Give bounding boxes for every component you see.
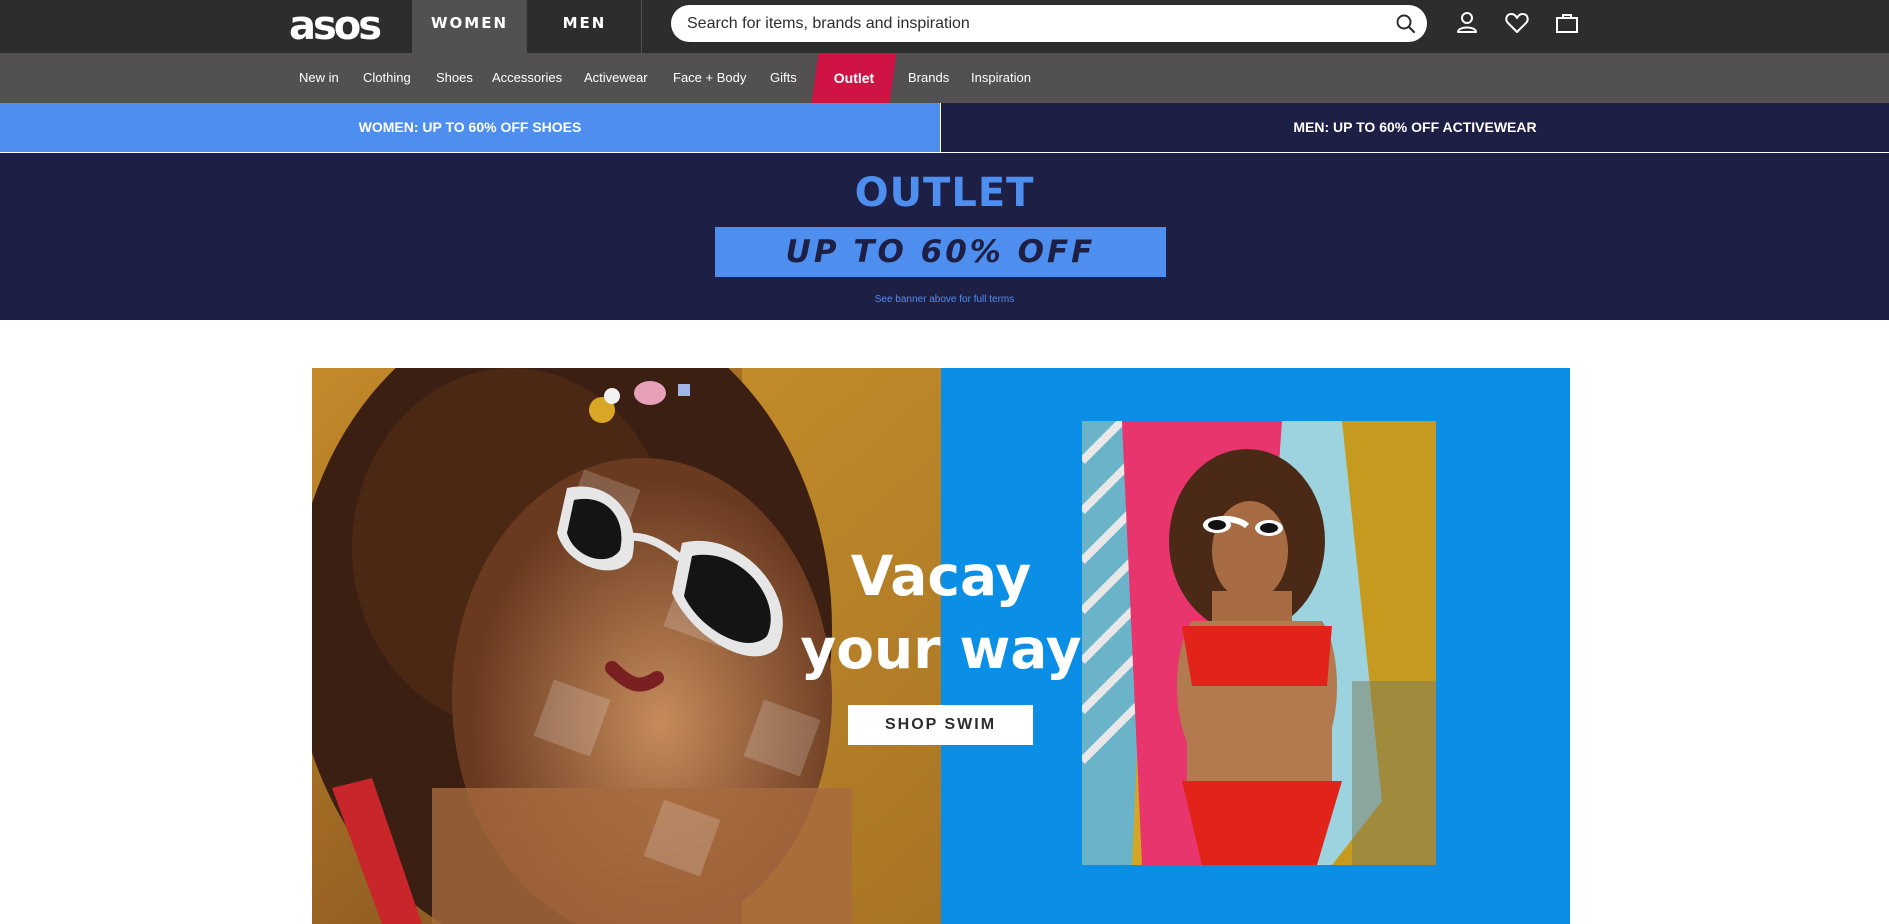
saved-items-button[interactable]: [1503, 9, 1531, 37]
account-button[interactable]: [1453, 9, 1481, 37]
tab-men[interactable]: MEN: [527, 0, 642, 53]
nav-item-outlet-label: Outlet: [833, 70, 875, 86]
nav-item-outlet[interactable]: Outlet: [811, 53, 897, 103]
nav-item-activewear[interactable]: Activewear: [574, 53, 658, 103]
nav-item-accessories[interactable]: Accessories: [482, 53, 572, 103]
category-nav: New in Clothing Shoes Accessories Active…: [0, 53, 1889, 103]
hero-banner[interactable]: Vacay your way SHOP SWIM: [312, 368, 1570, 924]
hero-headline: Vacay your way: [312, 540, 1570, 686]
bag-button[interactable]: [1553, 9, 1581, 37]
outlet-banner[interactable]: OUTLET UP TO 60% OFF SHOES See banner ab…: [0, 153, 1889, 320]
outlet-terms-link[interactable]: See banner above for full terms: [0, 294, 1889, 305]
bag-icon: [1556, 14, 1578, 33]
promo-banner-women[interactable]: WOMEN: UP TO 60% OFF SHOES: [0, 103, 940, 152]
promo-banner-men[interactable]: MEN: UP TO 60% OFF ACTIVEWEAR: [941, 103, 1889, 152]
search-box: [671, 5, 1427, 42]
header-divider: [641, 0, 642, 53]
nav-item-brands[interactable]: Brands: [898, 53, 959, 103]
nav-item-inspiration[interactable]: Inspiration: [961, 53, 1041, 103]
search-icon: [1396, 14, 1416, 34]
hero-headline-line2: your way: [800, 617, 1082, 681]
search-button[interactable]: [1393, 11, 1419, 37]
outlet-offer-box: UP TO 60% OFF SHOES: [715, 227, 1166, 320]
hero-headline-line1: Vacay: [850, 544, 1032, 608]
heart-icon: [1505, 13, 1529, 33]
search-input[interactable]: [687, 5, 1377, 42]
tab-women[interactable]: WOMEN: [412, 0, 527, 53]
outlet-title: OUTLET: [854, 170, 1035, 216]
asos-logo[interactable]: asos: [289, 5, 393, 47]
account-icon: [1457, 12, 1477, 33]
outlet-offer-text: UP TO 60% OFF SHOES: [785, 234, 1096, 320]
nav-item-new-in[interactable]: New in: [289, 53, 349, 103]
nav-item-face-body[interactable]: Face + Body: [663, 53, 756, 103]
nav-item-clothing[interactable]: Clothing: [353, 53, 421, 103]
top-bar: asos WOMEN MEN: [0, 0, 1889, 53]
nav-item-gifts[interactable]: Gifts: [760, 53, 807, 103]
nav-item-shoes[interactable]: Shoes: [426, 53, 483, 103]
shop-swim-button[interactable]: SHOP SWIM: [848, 705, 1033, 745]
